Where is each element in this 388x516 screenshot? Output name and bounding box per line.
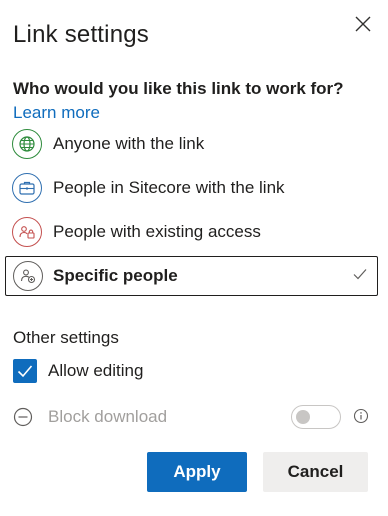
allow-editing-label: Allow editing [48,360,144,380]
option-existing-access[interactable]: People with existing access [6,212,378,252]
block-download-row: Block download [13,405,375,430]
option-specific-people[interactable]: Specific people [5,256,378,296]
info-icon[interactable] [353,408,369,429]
people-lock-icon [12,217,42,247]
block-download-toggle[interactable] [291,405,341,429]
briefcase-icon [12,173,42,203]
close-button[interactable] [350,11,376,37]
block-download-label: Block download [48,407,168,426]
other-settings-heading: Other settings [13,328,119,347]
option-anyone-with-link[interactable]: Anyone with the link [6,124,378,164]
dialog-title: Link settings [13,21,150,48]
checkmark-icon [17,364,33,377]
cancel-button[interactable]: Cancel [263,452,368,492]
close-icon [355,16,371,32]
block-icon [13,407,33,432]
option-label: Specific people [53,266,178,285]
globe-icon [12,129,42,159]
option-label: People with existing access [53,222,261,241]
option-label: Anyone with the link [53,134,205,153]
checkmark-icon [353,267,367,285]
apply-button[interactable]: Apply [147,452,247,492]
option-people-in-org[interactable]: People in Sitecore with the link [6,168,378,208]
people-add-icon [13,261,43,291]
audience-question: Who would you like this link to work for… [13,79,344,98]
allow-editing-checkbox[interactable] [13,358,37,383]
option-label: People in Sitecore with the link [53,178,285,197]
learn-more-link[interactable]: Learn more [13,103,100,123]
toggle-knob [296,410,310,424]
allow-editing-row: Allow editing [13,358,143,383]
